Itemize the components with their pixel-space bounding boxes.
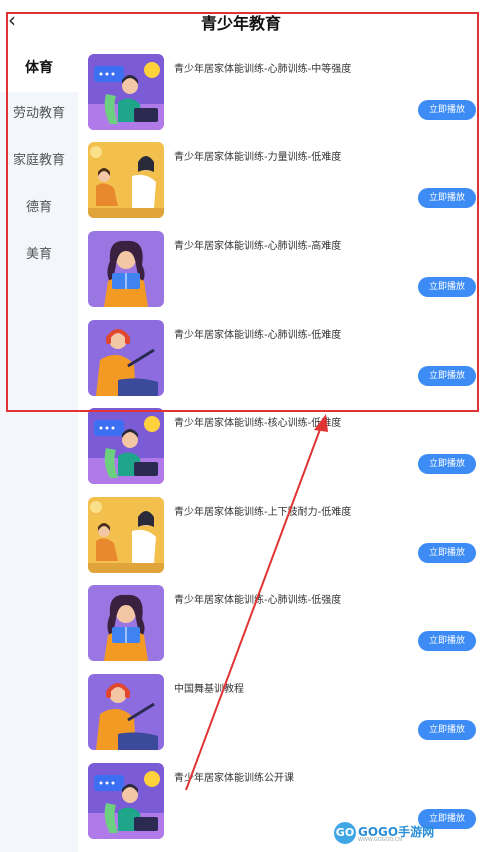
course-title: 青少年居家体能训练-上下肢耐力-低难度 (174, 507, 352, 518)
friends-chatting-illustration[interactable] (88, 497, 164, 573)
course-title: 青少年居家体能训练-心肺训练-高难度 (174, 241, 342, 252)
laptop-person-illustration[interactable] (88, 408, 164, 484)
sidebar-item-art-education[interactable]: 美育 (0, 231, 78, 279)
header-bar: ‹ 青少年教育 (0, 0, 482, 44)
course-title: 青少年居家体能训练-核心训练-低难度 (174, 418, 342, 429)
play-now-button[interactable]: 立即播放 (418, 277, 476, 297)
course-title: 青少年居家体能训练-力量训练-低难度 (174, 152, 342, 163)
friends-chatting-illustration[interactable] (88, 142, 164, 218)
course-title: 青少年居家体能训练-心肺训练-低难度 (174, 330, 342, 341)
sidebar-item-labor-education[interactable]: 劳动教育 (0, 90, 78, 138)
course-item[interactable]: 中国舞基训教程 立即播放 (78, 664, 482, 752)
play-now-button[interactable]: 立即播放 (418, 188, 476, 208)
course-title: 青少年居家体能训练-心肺训练-低强度 (174, 595, 342, 606)
play-now-button[interactable]: 立即播放 (418, 366, 476, 386)
reading-girl-illustration[interactable] (88, 231, 164, 307)
laptop-person-illustration[interactable] (88, 763, 164, 839)
sidebar-item-moral-education[interactable]: 德育 (0, 184, 78, 232)
page-title: 青少年教育 (200, 14, 281, 33)
play-now-button[interactable]: 立即播放 (418, 543, 476, 563)
course-item[interactable]: 青少年居家体能训练-心肺训练-低强度 立即播放 (78, 575, 482, 663)
reading-girl-illustration[interactable] (88, 585, 164, 661)
course-item[interactable]: 青少年居家体能训练-力量训练-低难度 立即播放 (78, 132, 482, 220)
sidebar-item-family-education[interactable]: 家庭教育 (0, 137, 78, 185)
category-sidebar: 体育 劳动教育 家庭教育 德育 美育 (0, 44, 78, 852)
headphone-painter-illustration[interactable] (88, 674, 164, 750)
play-now-button[interactable]: 立即播放 (418, 100, 476, 120)
course-title: 青少年居家体能训练公开课 (174, 773, 294, 784)
course-list: 青少年居家体能训练-心肺训练-中等强度 立即播放 青少年居家体能训练-力量训练-… (78, 44, 482, 852)
play-now-button[interactable]: 立即播放 (418, 454, 476, 474)
watermark-subtext: WWW.GOGOO.CN (358, 837, 403, 843)
course-item[interactable]: 青少年居家体能训练-上下肢耐力-低难度 立即播放 (78, 487, 482, 575)
course-item[interactable]: 青少年居家体能训练-心肺训练-低难度 立即播放 (78, 310, 482, 398)
course-title: 青少年居家体能训练-心肺训练-中等强度 (174, 64, 352, 75)
sidebar-item-sports[interactable]: 体育 (0, 44, 78, 92)
course-title: 中国舞基训教程 (174, 684, 244, 695)
play-now-button[interactable]: 立即播放 (418, 631, 476, 651)
course-item[interactable]: 青少年居家体能训练-心肺训练-中等强度 立即播放 (78, 44, 482, 132)
course-item[interactable]: 青少年居家体能训练-核心训练-低难度 立即播放 (78, 398, 482, 486)
play-now-button[interactable]: 立即播放 (418, 720, 476, 740)
course-item[interactable]: 青少年居家体能训练-心肺训练-高难度 立即播放 (78, 221, 482, 309)
headphone-painter-illustration[interactable] (88, 320, 164, 396)
watermark-logo-icon: GO (334, 822, 356, 844)
laptop-person-illustration[interactable] (88, 54, 164, 130)
